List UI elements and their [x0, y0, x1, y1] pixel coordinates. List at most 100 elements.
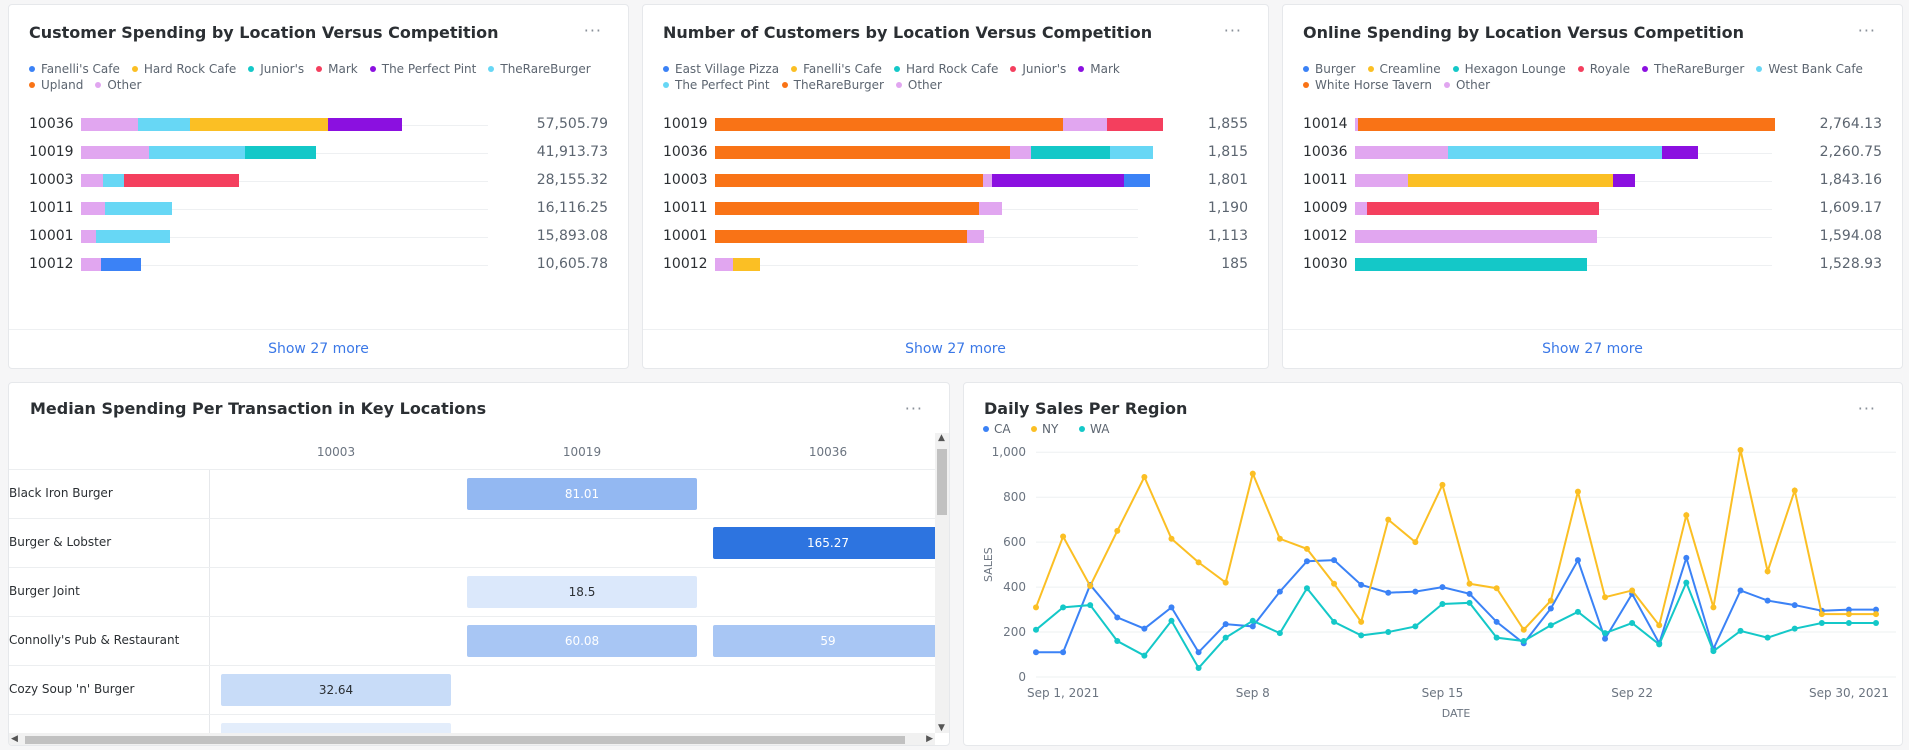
- data-point[interactable]: [1629, 620, 1636, 627]
- data-point[interactable]: [1818, 611, 1825, 618]
- stacked-bar[interactable]: [1355, 174, 1636, 187]
- data-point[interactable]: [1764, 568, 1771, 575]
- data-point[interactable]: [1845, 620, 1852, 627]
- bar-segment[interactable]: [1107, 118, 1163, 131]
- legend-item[interactable]: The Perfect Pint: [369, 61, 476, 77]
- bar-segment[interactable]: [1408, 174, 1614, 187]
- table-row[interactable]: [9, 714, 941, 737]
- stacked-bar[interactable]: [81, 146, 317, 159]
- data-point[interactable]: [1791, 487, 1798, 494]
- bar-row[interactable]: 10012 185: [663, 251, 1248, 279]
- bar-row[interactable]: 10011 1,190: [663, 195, 1248, 223]
- data-point[interactable]: [1114, 614, 1121, 621]
- bar-segment[interactable]: [715, 146, 1010, 159]
- bar-segment[interactable]: [328, 118, 402, 131]
- show-more-button[interactable]: Show 27 more: [1283, 329, 1902, 368]
- data-point[interactable]: [1737, 587, 1744, 594]
- bar-segment[interactable]: [1358, 118, 1775, 131]
- data-point[interactable]: [1466, 580, 1473, 587]
- data-point[interactable]: [1466, 599, 1473, 606]
- data-point[interactable]: [1141, 652, 1148, 659]
- bar-segment[interactable]: [1355, 230, 1598, 243]
- bar-row[interactable]: 10019 41,913.73: [29, 139, 608, 167]
- data-point[interactable]: [1710, 604, 1717, 611]
- bar-segment[interactable]: [149, 146, 245, 159]
- data-point[interactable]: [1493, 585, 1500, 592]
- data-point[interactable]: [1493, 634, 1500, 641]
- bar-segment[interactable]: [715, 258, 734, 271]
- bar-segment[interactable]: [967, 230, 984, 243]
- data-point[interactable]: [1656, 641, 1663, 648]
- bar-segment[interactable]: [1109, 146, 1154, 159]
- legend-label[interactable]: CA: [994, 422, 1011, 436]
- bar-segment[interactable]: [137, 118, 191, 131]
- bar-segment[interactable]: [991, 174, 1125, 187]
- data-point[interactable]: [1656, 622, 1663, 629]
- data-point[interactable]: [1249, 617, 1256, 624]
- data-point[interactable]: [1276, 630, 1283, 637]
- bar-segment[interactable]: [983, 174, 992, 187]
- data-point[interactable]: [1168, 604, 1175, 611]
- data-point[interactable]: [1249, 470, 1256, 477]
- data-point[interactable]: [1087, 582, 1094, 589]
- data-point[interactable]: [1764, 597, 1771, 604]
- table-cell[interactable]: 18.5: [467, 576, 697, 608]
- data-point[interactable]: [1087, 602, 1094, 609]
- legend-item[interactable]: TheRareBurger: [1642, 61, 1744, 77]
- data-point[interactable]: [1683, 554, 1690, 561]
- table-cell[interactable]: 165.27: [713, 527, 943, 559]
- data-point[interactable]: [1574, 557, 1581, 564]
- data-point[interactable]: [1818, 620, 1825, 627]
- data-point[interactable]: [1331, 618, 1338, 625]
- data-point[interactable]: [1602, 630, 1609, 637]
- data-point[interactable]: [1791, 625, 1798, 632]
- table-cell[interactable]: 60.08: [467, 625, 697, 657]
- bar-segment[interactable]: [81, 118, 138, 131]
- scrollbar-thumb[interactable]: [25, 736, 905, 744]
- data-point[interactable]: [1033, 649, 1039, 656]
- bar-segment[interactable]: [733, 258, 760, 271]
- data-point[interactable]: [1331, 557, 1338, 564]
- data-point[interactable]: [1222, 634, 1229, 641]
- column-header[interactable]: 10003: [221, 445, 451, 459]
- bar-row[interactable]: 10036 57,505.79: [29, 111, 608, 139]
- data-point[interactable]: [1114, 638, 1121, 645]
- horizontal-scrollbar[interactable]: ◀ ▶: [9, 733, 935, 745]
- bar-row[interactable]: 10011 1,843.16: [1303, 167, 1882, 195]
- table-row[interactable]: Connolly's Pub & Restaurant 60.08 59: [9, 616, 943, 666]
- legend-item[interactable]: Fanelli's Cafe: [791, 61, 882, 77]
- column-header[interactable]: 10019: [467, 445, 697, 459]
- data-point[interactable]: [1358, 618, 1365, 625]
- data-point[interactable]: [1222, 621, 1229, 628]
- data-point[interactable]: [1602, 635, 1609, 642]
- stacked-bar[interactable]: [1355, 146, 1699, 159]
- bar-segment[interactable]: [715, 118, 1063, 131]
- legend-item[interactable]: Hard Rock Cafe: [131, 61, 236, 77]
- bar-row[interactable]: 10003 1,801: [663, 167, 1248, 195]
- legend-item[interactable]: Mark: [1078, 61, 1120, 77]
- bar-segment[interactable]: [1613, 174, 1636, 187]
- data-point[interactable]: [1439, 584, 1446, 591]
- data-point[interactable]: [1141, 625, 1148, 632]
- bar-segment[interactable]: [1355, 146, 1448, 159]
- bar-segment[interactable]: [101, 258, 141, 271]
- legend-item[interactable]: Royale: [1577, 61, 1630, 77]
- stacked-bar[interactable]: [715, 146, 1154, 159]
- data-point[interactable]: [1249, 623, 1256, 630]
- data-point[interactable]: [1547, 597, 1554, 604]
- stacked-bar[interactable]: [81, 230, 171, 243]
- data-point[interactable]: [1276, 588, 1283, 595]
- data-point[interactable]: [1764, 634, 1771, 641]
- data-point[interactable]: [1412, 588, 1419, 595]
- legend-item[interactable]: Other: [1443, 77, 1490, 93]
- stacked-bar[interactable]: [715, 174, 1150, 187]
- legend-item[interactable]: White Horse Tavern: [1303, 77, 1432, 93]
- data-point[interactable]: [1195, 559, 1202, 566]
- legend-item[interactable]: TheRareBurger: [488, 61, 591, 77]
- stacked-bar[interactable]: [1355, 118, 1775, 131]
- stacked-bar[interactable]: [1355, 202, 1600, 215]
- bar-row[interactable]: 10012 10,605.78: [29, 251, 608, 279]
- stacked-bar[interactable]: [1355, 230, 1598, 243]
- bar-segment[interactable]: [81, 230, 96, 243]
- data-point[interactable]: [1520, 626, 1527, 633]
